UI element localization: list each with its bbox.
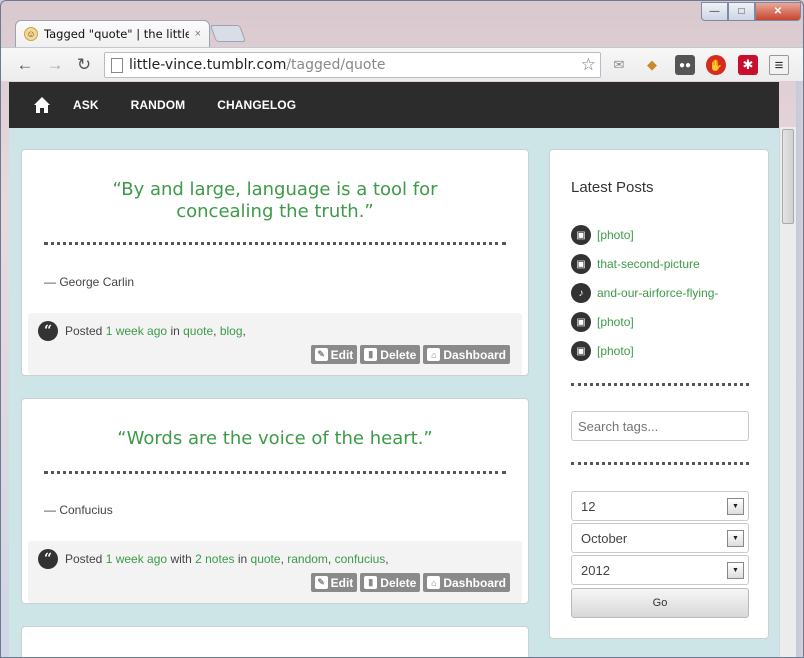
dotted-divider xyxy=(44,242,506,245)
edit-icon: ✎ xyxy=(314,348,328,361)
nav-changelog[interactable]: CHANGELOG xyxy=(217,98,296,112)
delete-button[interactable]: ▮ Delete xyxy=(360,345,421,364)
tag-link[interactable]: quote xyxy=(183,324,213,338)
dotted-divider xyxy=(44,471,506,474)
quote-post: “Words are the voice of the heart.” — Co… xyxy=(21,398,529,604)
posted-label: Posted xyxy=(65,552,103,566)
tab-title: Tagged "quote" | the little v xyxy=(44,27,189,41)
quote-icon: “ xyxy=(38,321,58,341)
window-border xyxy=(796,81,803,657)
house-icon: ⌂ xyxy=(427,348,441,361)
reload-icon[interactable]: ↻ xyxy=(72,54,96,76)
maximize-button[interactable]: □ xyxy=(728,2,755,21)
tag-link[interactable]: blog xyxy=(220,324,243,338)
mail-extension-icon[interactable]: ✉ xyxy=(609,55,629,75)
quote-post: “By and large, language is a tool for co… xyxy=(21,149,529,376)
quote-text: “By and large, language is a tool for co… xyxy=(112,179,438,222)
post-time-link[interactable]: 1 week ago xyxy=(106,552,167,566)
post-meta: “ Posted 1 week ago in quote, blog, ✎ Edi… xyxy=(28,313,522,375)
home-icon[interactable] xyxy=(33,96,51,114)
glasses-extension-icon[interactable]: ●● xyxy=(675,55,695,75)
latest-post-link[interactable]: ▣ that-second-picture xyxy=(571,254,700,274)
latest-post-link[interactable]: ▣ [photo] xyxy=(571,225,634,245)
in-label: in xyxy=(170,324,180,338)
audio-icon: ♪ xyxy=(571,283,591,303)
edit-icon: ✎ xyxy=(314,576,328,589)
post-controls: ✎ Edit ▮ Delete ⌂ Dashboard xyxy=(310,573,510,592)
tag-link[interactable]: quote xyxy=(251,552,281,566)
browser-tab[interactable]: ☺ Tagged "quote" | the little v × xyxy=(15,20,210,47)
edit-button[interactable]: ✎ Edit xyxy=(310,345,358,364)
basket-extension-icon[interactable]: ◆ xyxy=(642,55,662,75)
photo-icon: ▣ xyxy=(571,225,591,245)
dotted-divider xyxy=(571,462,749,465)
tag-link[interactable]: confucius xyxy=(335,552,386,566)
bookmark-star-icon[interactable]: ☆ xyxy=(581,55,596,75)
window-controls: — □ ✕ xyxy=(701,2,801,21)
chevron-down-icon: ▼ xyxy=(727,498,744,515)
photo-icon: ▣ xyxy=(571,254,591,274)
tag-link[interactable]: random xyxy=(287,552,328,566)
quote-post xyxy=(21,626,529,657)
in-label: in xyxy=(237,552,248,566)
minimize-button[interactable]: — xyxy=(701,2,728,21)
dashboard-button[interactable]: ⌂ Dashboard xyxy=(423,345,510,364)
photo-icon: ▣ xyxy=(571,312,591,332)
month-select[interactable]: October ▼ xyxy=(571,523,749,553)
browser-window: ☺ Tagged "quote" | the little v × — □ ✕ … xyxy=(0,0,804,658)
quote-source: — George Carlin xyxy=(44,275,135,289)
dashboard-button[interactable]: ⌂ Dashboard xyxy=(423,573,510,592)
chevron-down-icon: ▼ xyxy=(727,562,744,579)
tab-close-icon[interactable]: × xyxy=(195,28,201,40)
browser-toolbar: ← → ↻ little-vince.tumblr.com/tagged/quo… xyxy=(1,47,803,81)
with-label: with xyxy=(170,552,192,566)
back-arrow-icon[interactable]: ← xyxy=(13,54,37,76)
house-icon: ⌂ xyxy=(427,576,441,589)
site-nav: ASK RANDOM CHANGELOG xyxy=(9,82,779,128)
quote-icon: “ xyxy=(38,549,58,569)
latest-post-link[interactable]: ▣ [photo] xyxy=(571,312,634,332)
trash-icon: ▮ xyxy=(364,576,378,589)
post-time-link[interactable]: 1 week ago xyxy=(106,324,167,338)
post-meta: “ Posted 1 week ago with 2 notes in quot… xyxy=(28,541,522,603)
year-select[interactable]: 2012 ▼ xyxy=(571,555,749,585)
url-host: little-vince.tumblr.com xyxy=(129,57,287,73)
go-button[interactable]: Go xyxy=(571,588,749,618)
photo-icon: ▣ xyxy=(571,341,591,361)
dotted-divider xyxy=(571,383,749,386)
web-page: ASK RANDOM CHANGELOG “By and large, lang… xyxy=(9,82,779,657)
lastpass-extension-icon[interactable]: ✱ xyxy=(738,55,758,75)
address-bar[interactable]: little-vince.tumblr.com/tagged/quote ☆ xyxy=(104,52,601,78)
edit-button[interactable]: ✎ Edit xyxy=(310,573,358,592)
url-path: /tagged/quote xyxy=(286,57,386,73)
quote-text: “Words are the voice of the heart.” xyxy=(117,428,433,449)
search-tags-input[interactable] xyxy=(571,411,749,441)
day-select[interactable]: 12 ▼ xyxy=(571,491,749,521)
latest-posts-title: Latest Posts xyxy=(571,179,654,196)
favicon-icon: ☺ xyxy=(24,27,38,41)
posted-label: Posted xyxy=(65,324,103,338)
forward-arrow-icon[interactable]: → xyxy=(43,54,67,76)
close-window-button[interactable]: ✕ xyxy=(755,2,801,21)
notes-link[interactable]: 2 notes xyxy=(195,552,234,566)
chevron-down-icon: ▼ xyxy=(727,530,744,547)
adblock-extension-icon[interactable]: ✋ xyxy=(706,55,726,75)
new-tab-button[interactable] xyxy=(209,25,247,42)
trash-icon: ▮ xyxy=(364,348,378,361)
latest-post-link[interactable]: ♪ and-our-airforce-flying- xyxy=(571,283,718,303)
scrollbar-thumb[interactable] xyxy=(782,129,794,224)
sidebar: Latest Posts ▣ [photo] ▣ that-second-pictu… xyxy=(549,149,769,639)
nav-random[interactable]: RANDOM xyxy=(131,98,186,112)
menu-icon[interactable]: ≡ xyxy=(769,55,789,75)
latest-post-link[interactable]: ▣ [photo] xyxy=(571,341,634,361)
nav-ask[interactable]: ASK xyxy=(73,98,99,112)
quote-source: — Confucius xyxy=(44,503,113,517)
page-scrollbar[interactable] xyxy=(779,127,796,657)
post-controls: ✎ Edit ▮ Delete ⌂ Dashboard xyxy=(310,345,510,364)
title-bar: ☺ Tagged "quote" | the little v × — □ ✕ xyxy=(1,1,803,49)
page-icon xyxy=(111,58,123,73)
delete-button[interactable]: ▮ Delete xyxy=(360,573,421,592)
